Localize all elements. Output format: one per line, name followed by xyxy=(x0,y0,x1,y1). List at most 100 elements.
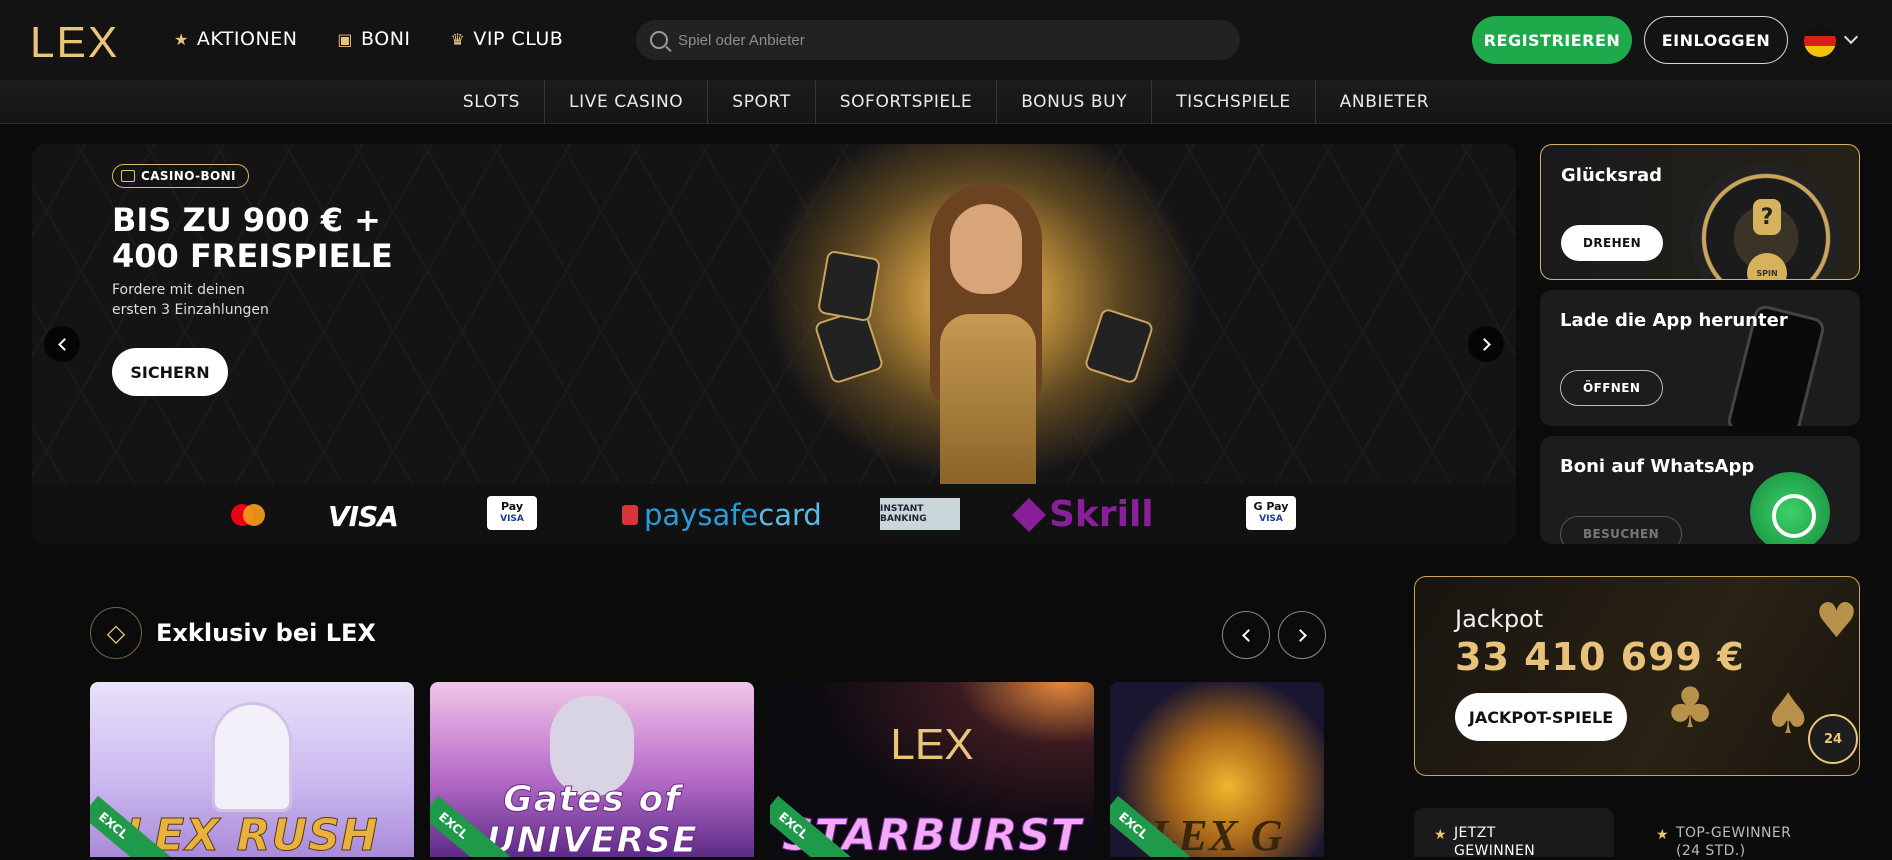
gpay-text: G Pay xyxy=(1253,500,1289,513)
jackpot-label: Jackpot xyxy=(1455,605,1544,633)
heart-decoration xyxy=(1083,307,1155,385)
tab2-line2: (24 STD.) xyxy=(1676,843,1746,859)
skrill-logo: Skrill xyxy=(1012,494,1154,535)
lock-icon xyxy=(622,505,638,525)
game-tile-lex-gold[interactable]: LEX G EXCL xyxy=(1110,682,1324,857)
winners-tabs: ★ JETZT GEWINNEN ★ TOP-GEWINNER (24 STD.) xyxy=(1414,808,1860,859)
de-flag-icon[interactable] xyxy=(1804,25,1836,57)
hero-subtitle: Fordere mit deinen ersten 3 Einzahlungen xyxy=(112,280,312,320)
game-tile-gates-of-universe[interactable]: Gates of UNIVERSE EXCL xyxy=(430,682,754,857)
tab1-line2: GEWINNEN xyxy=(1454,843,1536,859)
tab-jetzt-gewinnen[interactable]: ★ JETZT GEWINNEN xyxy=(1414,808,1614,859)
search-input[interactable] xyxy=(678,31,1198,49)
nav-aktionen[interactable]: ★ AKTIONEN xyxy=(174,28,297,50)
star-icon: ★ xyxy=(1434,827,1447,843)
gpay-visa: VISA xyxy=(1259,514,1283,524)
paysafe-text: paysafe xyxy=(644,498,759,532)
apple-pay-logo: Pay VISA xyxy=(487,496,537,530)
tab-bonus-buy[interactable]: BONUS BUY xyxy=(997,80,1153,124)
club-icon: ♣ xyxy=(1665,676,1716,741)
nav-aktionen-label: AKTIONEN xyxy=(196,28,298,50)
game-tile-starburst[interactable]: LEX STARBURST EXCL xyxy=(770,682,1094,857)
main-nav: ★ AKTIONEN ▣ BONI ♛ VIP CLUB xyxy=(174,28,563,50)
tab-sport[interactable]: SPORT xyxy=(708,80,816,124)
hero-sub-line2: ersten 3 Einzahlungen xyxy=(112,302,269,318)
drehen-button[interactable]: DREHEN xyxy=(1561,225,1664,261)
hero-title: BIS ZU 900 € +400 FREISPIELE xyxy=(112,202,432,274)
nav-boni[interactable]: ▣ BONI xyxy=(337,28,410,50)
hero-banner: CASINO-BONI BIS ZU 900 € +400 FREISPIELE… xyxy=(32,144,1516,544)
hero-sub-line1: Fordere mit deinen xyxy=(112,282,245,298)
whatsapp-card[interactable]: Boni auf WhatsApp BESUCHEN xyxy=(1540,436,1860,544)
besuchen-button[interactable]: BESUCHEN xyxy=(1560,516,1683,544)
casino-boni-badge: CASINO-BONI xyxy=(112,164,249,188)
game-tile-lex-rush[interactable]: LEX RUSH EXCL xyxy=(90,682,414,857)
hero-title-line1: BIS ZU 900 € + xyxy=(112,201,381,239)
tab1-line1: JETZT xyxy=(1454,825,1496,841)
sichern-button[interactable]: SICHERN xyxy=(112,348,228,396)
games-next-button[interactable] xyxy=(1278,611,1326,659)
lex-logo[interactable]: LEX xyxy=(30,18,119,68)
google-pay-logo: G Pay VISA xyxy=(1246,496,1296,530)
lex-mini-logo: LEX xyxy=(890,720,974,769)
jackpot-card: Jackpot 33 410 699 € JACKPOT-SPIELE ♣ ♠ … xyxy=(1414,576,1860,776)
visa-logo: VISA xyxy=(328,500,399,533)
skrill-text: Skrill xyxy=(1049,494,1154,535)
payment-methods: VISA Pay VISA paysafe card INSTANT BANKING… xyxy=(32,484,1516,544)
chevron-left-icon xyxy=(1241,628,1255,642)
mastercard-icon xyxy=(228,504,268,526)
spin-label: SPIN xyxy=(1747,253,1787,279)
paysafecard-logo: paysafe card xyxy=(622,498,822,532)
tab-slots[interactable]: SLOTS xyxy=(439,80,546,124)
support-24-icon[interactable]: 24 xyxy=(1808,714,1858,764)
carousel-next-button[interactable] xyxy=(1468,326,1504,362)
tab2-line1: TOP-GEWINNER xyxy=(1676,825,1792,841)
tab-anbieter[interactable]: ANBIETER xyxy=(1316,80,1454,124)
gumball-icon xyxy=(212,702,292,812)
wheel-card[interactable]: ? SPIN Glücksrad DREHEN xyxy=(1540,144,1860,280)
tab-live-casino[interactable]: LIVE CASINO xyxy=(545,80,709,124)
search-bar[interactable] xyxy=(636,20,1240,60)
nav-vip-club[interactable]: ♛ VIP CLUB xyxy=(451,28,564,50)
jackpot-amount: 33 410 699 € xyxy=(1455,635,1745,679)
applepay-text: Pay xyxy=(500,500,524,513)
rapid-transfer-logo: INSTANT BANKING xyxy=(880,498,960,530)
app-title: Lade die App herunter xyxy=(1560,310,1788,331)
tab-top-gewinner[interactable]: ★ TOP-GEWINNER (24 STD.) xyxy=(1636,808,1856,859)
top-bar: LEX ★ AKTIONEN ▣ BONI ♛ VIP CLUB REGISTRIER… xyxy=(0,0,1892,80)
chevron-left-icon xyxy=(57,337,71,351)
whatsapp-title: Boni auf WhatsApp xyxy=(1560,456,1755,477)
wheel-icon: ? SPIN xyxy=(1691,163,1841,279)
search-icon xyxy=(650,31,668,49)
oeffnen-button[interactable]: ÖFFNEN xyxy=(1560,370,1664,406)
star-icon: ★ xyxy=(1656,827,1669,843)
diamond-icon: ◇ xyxy=(90,607,142,659)
chevron-right-icon xyxy=(1477,337,1491,351)
jackpot-games-button[interactable]: JACKPOT-SPIELE xyxy=(1455,693,1627,741)
fleur-decoration xyxy=(816,249,882,323)
app-card[interactable]: Lade die App herunter ÖFFNEN xyxy=(1540,290,1860,426)
hero-title-line2: 400 FREISPIELE xyxy=(112,237,393,275)
star-icon: ★ xyxy=(174,29,189,49)
games-prev-button[interactable] xyxy=(1222,611,1270,659)
tab-sofortspiele[interactable]: SOFORTSPIELE xyxy=(816,80,998,124)
applepay-visa: VISA xyxy=(500,514,524,524)
whatsapp-icon xyxy=(1750,472,1830,544)
crown-icon: ♛ xyxy=(450,29,466,49)
chevron-right-icon xyxy=(1293,628,1307,642)
spade-icon: ♠ xyxy=(1763,682,1814,747)
hero-face xyxy=(950,204,1022,294)
carousel-prev-button[interactable] xyxy=(44,326,80,362)
gift-icon xyxy=(121,170,135,182)
question-icon: ? xyxy=(1753,199,1781,235)
gift-icon: ▣ xyxy=(337,29,354,49)
spade-decoration xyxy=(813,307,885,385)
exclusive-title: Exklusiv bei LEX xyxy=(156,619,376,647)
chevron-down-icon[interactable] xyxy=(1843,29,1859,45)
category-nav: SLOTS LIVE CASINO SPORT SOFORTSPIELE BON… xyxy=(0,80,1892,124)
paysafe-card-text: card xyxy=(758,498,822,532)
skrill-arrow-icon xyxy=(1012,497,1046,532)
tab-tischspiele[interactable]: TISCHSPIELE xyxy=(1152,80,1316,124)
login-button[interactable]: EINLOGGEN xyxy=(1644,16,1788,64)
register-button[interactable]: REGISTRIEREN xyxy=(1472,16,1632,64)
